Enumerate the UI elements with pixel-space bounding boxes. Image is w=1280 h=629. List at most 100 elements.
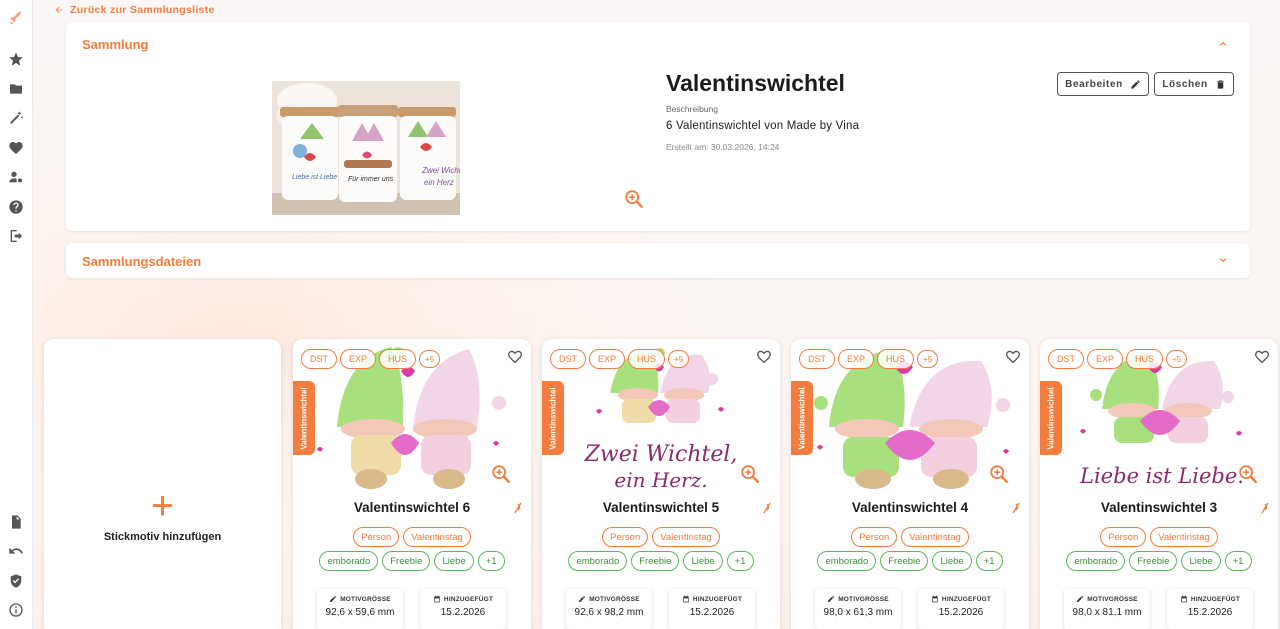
collection-ribbon: Valentinswichtel — [293, 381, 315, 455]
add-motif-card[interactable]: + Stickmotiv hinzufügen — [44, 339, 281, 629]
keyword-tags: emborado Freebie Liebe +1 — [791, 551, 1029, 571]
zoom-in-icon[interactable] — [988, 463, 1010, 485]
keyword-tag[interactable]: Liebe — [1181, 551, 1221, 571]
keyword-tag[interactable]: emborado — [568, 551, 628, 571]
pencil-icon — [1131, 79, 1140, 89]
favorite-heart-icon[interactable] — [507, 349, 523, 365]
category-tag[interactable]: Valentinstag — [652, 527, 720, 547]
category-tag[interactable]: Person — [602, 527, 649, 547]
keyword-tag[interactable]: Liebe — [932, 551, 972, 571]
keyword-tag[interactable]: Liebe — [683, 551, 723, 571]
user-settings-icon[interactable] — [6, 167, 26, 187]
format-more-chip[interactable]: +5 — [668, 350, 690, 368]
motif-title[interactable]: Valentinswichtel 6 — [293, 500, 531, 515]
chevron-down-icon[interactable] — [1216, 253, 1230, 267]
thread-icon — [762, 501, 772, 514]
logout-icon[interactable] — [6, 226, 26, 246]
edit-button[interactable]: Bearbeiten — [1057, 72, 1149, 96]
keyword-tag[interactable]: Freebie — [631, 551, 680, 571]
keyword-more-tag[interactable]: +1 — [726, 551, 754, 571]
zoom-in-icon[interactable] — [490, 463, 512, 485]
document-icon[interactable] — [6, 512, 26, 532]
collection-ribbon-label: Valentinswichtel — [299, 386, 309, 450]
chevron-up-icon[interactable] — [1216, 37, 1230, 51]
format-chip: HUS — [628, 349, 666, 369]
category-tag[interactable]: Person — [353, 527, 400, 547]
keyword-tags: emborado Freebie Liebe +1 — [1040, 551, 1278, 571]
format-more-chip[interactable]: +5 — [419, 350, 441, 368]
motif-title[interactable]: Valentinswichtel 4 — [791, 500, 1029, 515]
format-chips: DST EXP HUS +5 — [799, 349, 939, 369]
script-text-line-1: Zwei Wichtel, — [584, 442, 738, 467]
help-icon[interactable] — [6, 197, 26, 217]
category-tags: Person Valentinstag — [791, 527, 1029, 547]
category-tag[interactable]: Valentinstag — [1150, 527, 1218, 547]
keyword-tag[interactable]: Liebe — [434, 551, 474, 571]
category-tag[interactable]: Person — [851, 527, 898, 547]
motif-card[interactable]: DST EXP HUS +5 Valentinswichtel Valentin… — [293, 339, 531, 629]
zoom-in-icon[interactable] — [1237, 463, 1259, 485]
thread-icon — [1260, 501, 1270, 514]
added-date-box: HINZUGEFÜGT 15.2.2026 — [420, 589, 506, 629]
keyword-more-tag[interactable]: +1 — [477, 551, 505, 571]
keyword-tag[interactable]: Freebie — [880, 551, 929, 571]
collection-files-title[interactable]: Sammlungsdateien — [82, 254, 201, 269]
motif-size-box: MOTIVGRÖSSE 98,0 x 81,1 mm — [1064, 589, 1150, 629]
format-chip: HUS — [877, 349, 915, 369]
added-label: HINZUGEFÜGT — [941, 595, 992, 603]
edit-button-label: Bearbeiten — [1065, 78, 1123, 90]
favorite-heart-icon[interactable] — [1254, 349, 1270, 365]
motif-size-box: MOTIVGRÖSSE 92,6 x 98,2 mm — [566, 589, 652, 629]
motif-card[interactable]: DST EXP HUS +5 Valentinswichtel Valentin… — [791, 339, 1029, 629]
category-tags: Person Valentinstag — [1040, 527, 1278, 547]
folder-icon[interactable] — [6, 79, 26, 99]
motif-card[interactable]: Zwei Wichtel, ein Herz. DST EXP HUS +5 V… — [542, 339, 780, 629]
keyword-more-tag[interactable]: +1 — [975, 551, 1003, 571]
motif-title[interactable]: Valentinswichtel 5 — [542, 500, 780, 515]
favorite-heart-icon[interactable] — [756, 349, 772, 365]
motif-card[interactable]: Liebe ist Liebe. DST EXP HUS +5 Valentin… — [1040, 339, 1278, 629]
back-to-collections-link[interactable]: Zurück zur Sammlungsliste — [54, 3, 215, 17]
shield-icon[interactable] — [6, 571, 26, 591]
format-chip: HUS — [1126, 349, 1164, 369]
pencil-icon — [579, 596, 586, 602]
svg-text:ein Herz: ein Herz — [424, 178, 454, 187]
motif-title[interactable]: Valentinswichtel 3 — [1040, 500, 1278, 515]
zoom-in-icon[interactable] — [739, 463, 761, 485]
category-tag[interactable]: Person — [1100, 527, 1147, 547]
star-icon[interactable] — [6, 49, 26, 69]
collection-panel: Sammlung Liebe ist Liebe Für immer uns Z… — [66, 22, 1250, 231]
format-more-chip[interactable]: +5 — [1166, 350, 1188, 368]
collection-ribbon-label: Valentinswichtel — [1046, 386, 1056, 450]
added-date-box: HINZUGEFÜGT 15.2.2026 — [1167, 589, 1253, 629]
keyword-tag[interactable]: emborado — [1066, 551, 1126, 571]
keyword-tag[interactable]: Freebie — [382, 551, 431, 571]
collection-files-panel[interactable]: Sammlungsdateien — [66, 243, 1250, 278]
keyword-tags: emborado Freebie Liebe +1 — [293, 551, 531, 571]
heart-icon[interactable] — [6, 138, 26, 158]
calendar-icon — [932, 595, 938, 603]
collection-panel-title[interactable]: Sammlung — [82, 37, 148, 52]
motif-size-value: 98,0 x 81,1 mm — [1072, 607, 1142, 618]
app-logo-icon[interactable] — [6, 8, 26, 28]
keyword-tag[interactable]: Freebie — [1129, 551, 1178, 571]
category-tag[interactable]: Valentinstag — [403, 527, 471, 547]
category-tag[interactable]: Valentinstag — [901, 527, 969, 547]
keyword-tag[interactable]: emborado — [817, 551, 877, 571]
delete-button-label: Löschen — [1162, 78, 1208, 90]
keyword-more-tag[interactable]: +1 — [1224, 551, 1252, 571]
magic-wand-icon[interactable] — [6, 108, 26, 128]
zoom-in-icon[interactable] — [623, 188, 645, 210]
delete-button[interactable]: Löschen — [1154, 72, 1234, 96]
favorite-heart-icon[interactable] — [1005, 349, 1021, 365]
collection-ribbon: Valentinswichtel — [542, 381, 564, 455]
format-more-chip[interactable]: +5 — [917, 350, 939, 368]
undo-icon[interactable] — [6, 541, 26, 561]
collection-ribbon: Valentinswichtel — [1040, 381, 1062, 455]
motif-size-value: 98,0 x 61,3 mm — [823, 607, 893, 618]
keyword-tag[interactable]: emborado — [319, 551, 379, 571]
collection-image[interactable]: Liebe ist Liebe Für immer uns Zwei Wicht… — [272, 81, 460, 215]
collection-ribbon-label: Valentinswichtel — [797, 386, 807, 450]
svg-text:Für immer uns: Für immer uns — [348, 176, 394, 183]
info-icon[interactable] — [6, 600, 26, 620]
